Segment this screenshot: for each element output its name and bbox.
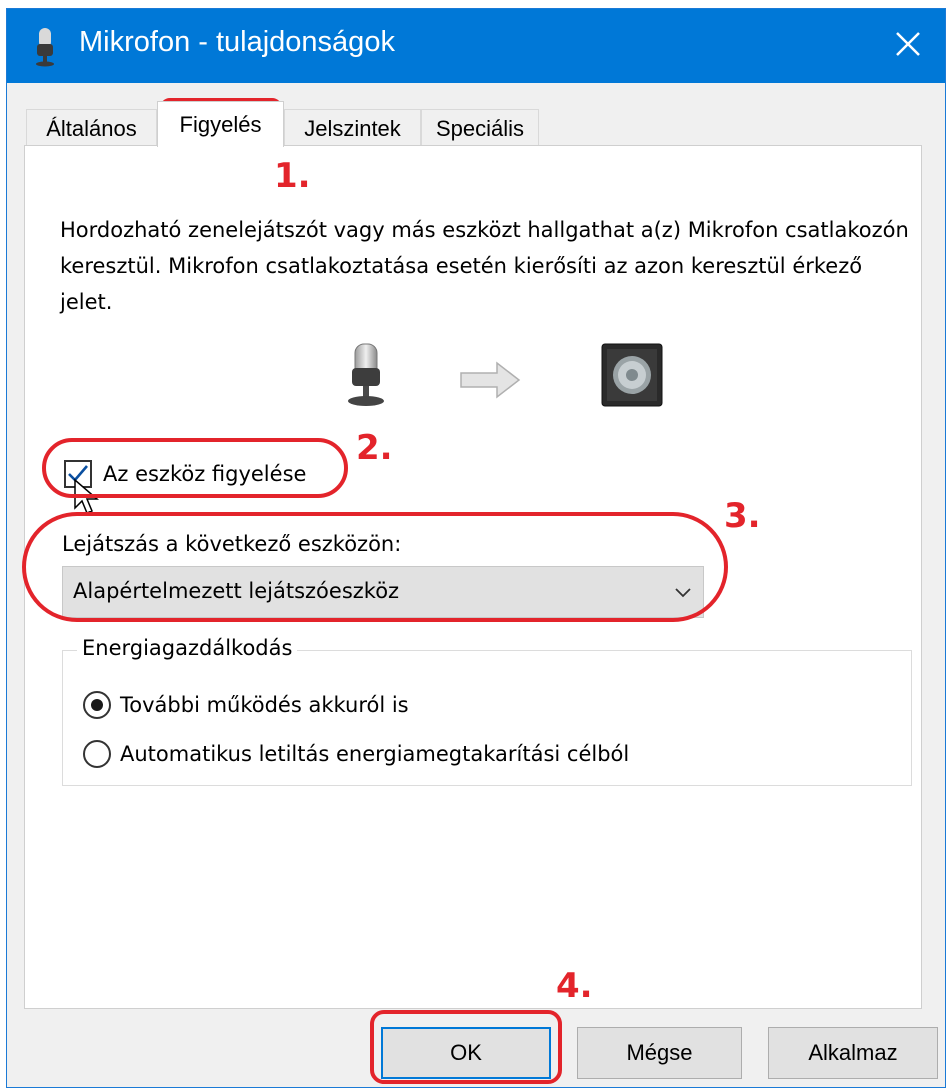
annotation-highlight-dropdown: [22, 512, 728, 622]
cancel-button[interactable]: Mégse: [577, 1027, 742, 1079]
annotation-highlight-checkbox: [42, 438, 348, 498]
annotation-number-3: 3.: [724, 496, 761, 536]
tab-levels[interactable]: Jelszintek: [284, 109, 421, 147]
auto-disable-radio[interactable]: [83, 740, 111, 768]
arrow-right-icon: [459, 360, 521, 404]
microphone-icon: [343, 342, 389, 412]
continue-on-battery-label: További működés akkuról is: [120, 693, 409, 717]
annotation-highlight-ok: [370, 1010, 562, 1084]
listen-description: Hordozható zenelejátszót vagy más eszköz…: [60, 218, 909, 314]
tab-general[interactable]: Általános: [26, 109, 157, 147]
speaker-icon: [600, 342, 664, 412]
tab-label: Speciális: [435, 115, 525, 141]
annotation-number-1: 1.: [274, 156, 311, 196]
auto-disable-label: Automatikus letiltás energiamegtakarítás…: [120, 742, 630, 766]
close-icon: [895, 31, 921, 61]
tab-label: Általános: [46, 115, 137, 141]
window-title: Mikrofon - tulajdonságok: [79, 26, 395, 58]
power-management-title: Energiagazdálkodás: [77, 636, 298, 660]
tab-advanced[interactable]: Speciális: [421, 109, 539, 147]
microphone-icon: [33, 27, 57, 67]
close-button[interactable]: [871, 9, 945, 83]
power-management-group: Energiagazdálkodás További működés akkur…: [62, 636, 912, 786]
tab-listen[interactable]: Figyelés: [157, 101, 284, 147]
radio-selected-dot: [91, 699, 103, 711]
continue-on-battery-radio[interactable]: [83, 691, 111, 719]
cancel-button-label: Mégse: [626, 1040, 693, 1065]
annotation-number-2: 2.: [356, 428, 393, 468]
title-bar: Mikrofon - tulajdonságok: [7, 9, 945, 83]
tab-label: Figyelés: [179, 111, 262, 137]
apply-button[interactable]: Alkalmaz: [768, 1027, 938, 1079]
tab-label: Jelszintek: [304, 115, 401, 141]
apply-button-label: Alkalmaz: [808, 1040, 898, 1065]
annotation-number-4: 4.: [556, 966, 593, 1006]
